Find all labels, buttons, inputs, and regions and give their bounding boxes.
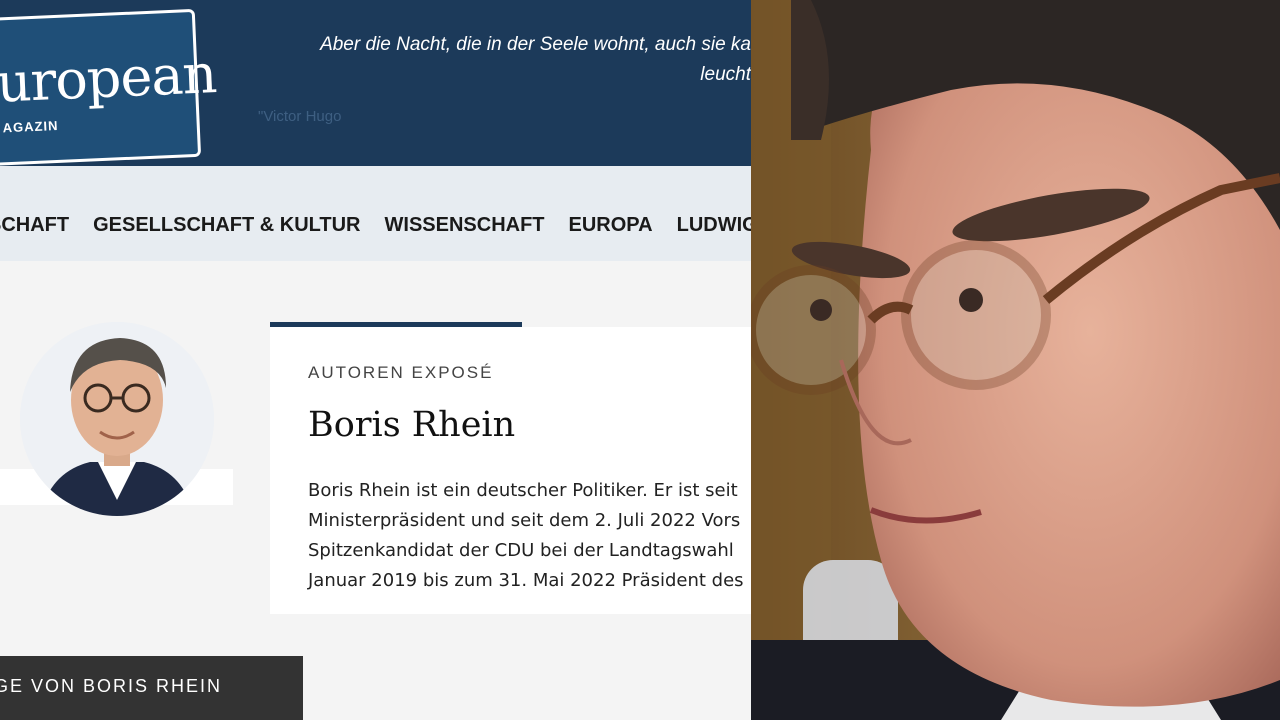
avatar-portrait-image (20, 322, 214, 516)
quote-line-2: leucht (700, 64, 751, 85)
nav-item-wissenschaft[interactable]: WISSENSCHAFT (385, 213, 545, 237)
header-quote: Aber die Nacht, die in der Seele wohnt, … (231, 30, 751, 90)
logo-subtitle: AGAZIN (2, 117, 59, 136)
bio-line: Boris Rhein ist ein deutscher Politiker.… (308, 480, 738, 501)
nav-item-ludwig-erhard[interactable]: LUDWIG-E (677, 213, 751, 237)
author-bio: Boris Rhein ist ein deutscher Politiker.… (308, 476, 751, 596)
site-header: uropean AGAZIN Aber die Nacht, die in de… (0, 0, 751, 168)
bio-line: Spitzenkandidat der CDU bei der Landtags… (308, 540, 734, 561)
nav-item-wirtschaft[interactable]: SCHAFT (0, 213, 69, 237)
nav-list: SCHAFT GESELLSCHAFT & KULTUR WISSENSCHAF… (0, 213, 751, 237)
bio-line: Ministerpräsident und seit dem 2. Juli 2… (308, 510, 741, 531)
portrait-photo (751, 0, 1280, 720)
logo-wordmark: uropean (0, 42, 218, 115)
bio-line: Januar 2019 bis zum 31. Mai 2022 Präside… (308, 570, 744, 591)
site-logo[interactable]: uropean AGAZIN (0, 8, 217, 168)
author-posts-label: GE VON BORIS RHEIN (0, 676, 223, 696)
portrait-photo-panel (751, 0, 1280, 720)
quote-author: "Victor Hugo (258, 108, 342, 125)
author-name: Boris Rhein (308, 405, 516, 445)
section-label: AUTOREN EXPOSÉ (308, 363, 494, 382)
nav-item-gesellschaft-kultur[interactable]: GESELLSCHAFT & KULTUR (93, 213, 360, 237)
webpage-screenshot-panel: uropean AGAZIN Aber die Nacht, die in de… (0, 0, 751, 720)
quote-line-1: Aber die Nacht, die in der Seele wohnt, … (320, 34, 751, 55)
author-avatar (20, 322, 214, 516)
nav-item-europa[interactable]: EUROPA (569, 213, 653, 237)
